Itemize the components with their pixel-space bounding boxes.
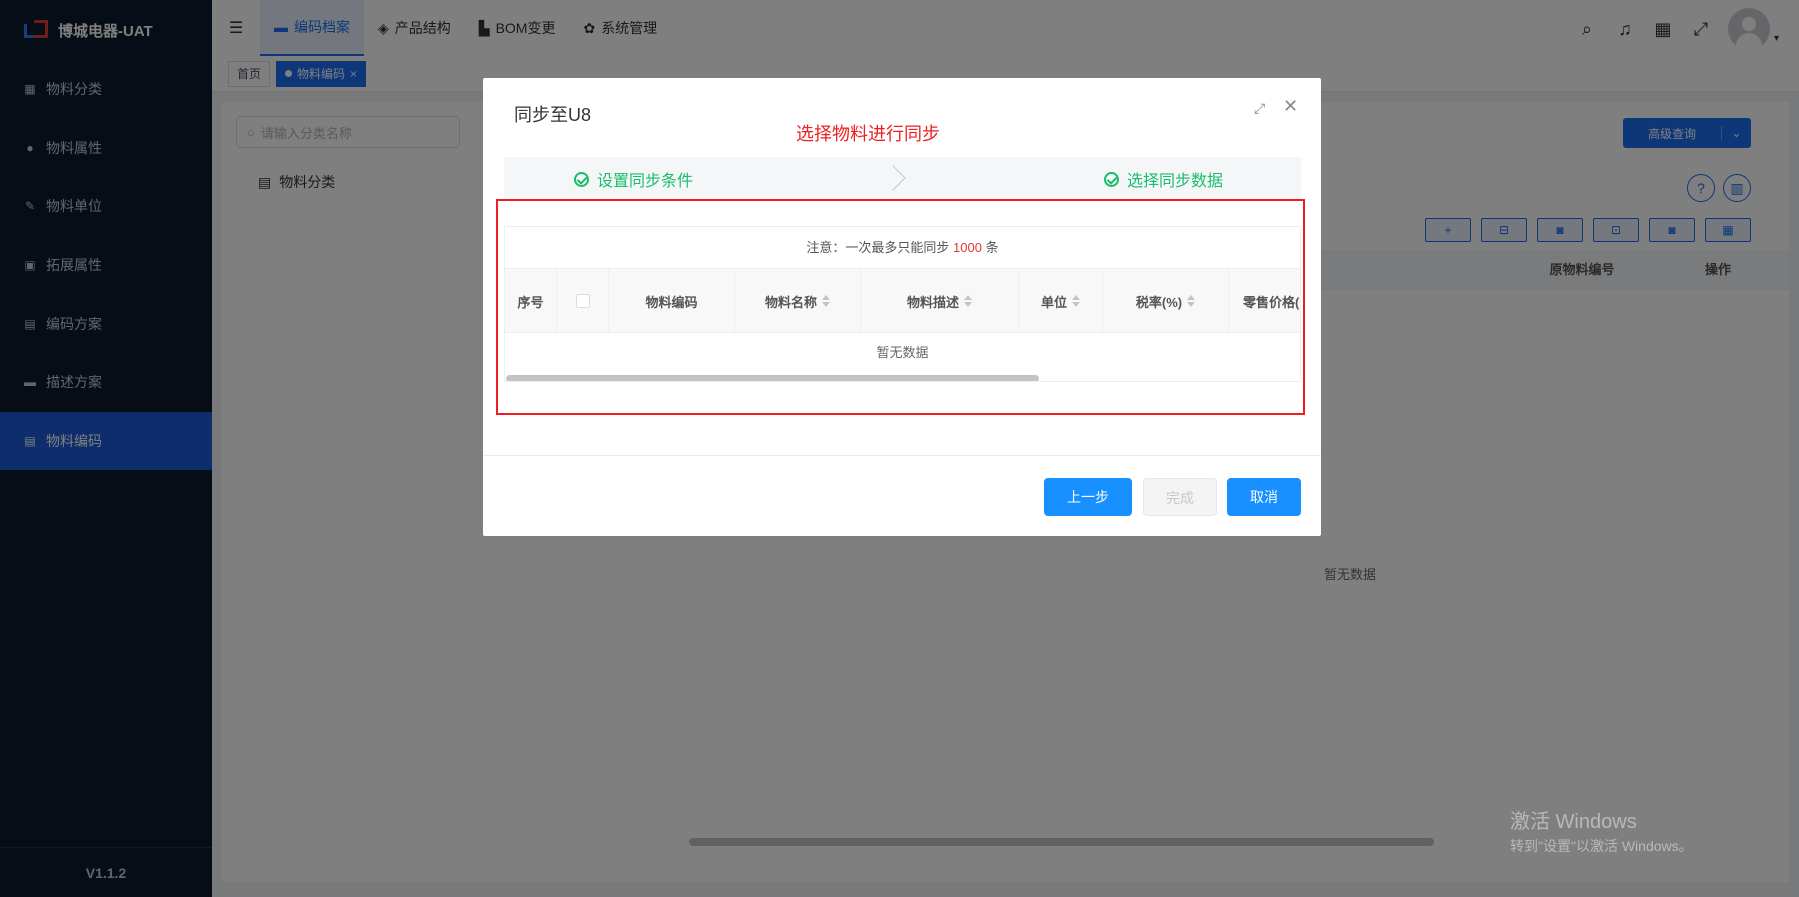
annotation-text: 选择物料进行同步 (796, 124, 940, 144)
step-set-conditions: 设置同步条件 (574, 157, 693, 201)
step-select-data: 选择同步数据 (1104, 157, 1223, 201)
check-circle-icon (1104, 171, 1119, 187)
windows-activation-watermark: 激活 Windows 转到"设置"以激活 Windows。 (1510, 811, 1693, 854)
steps-bar: 设置同步条件 选择同步数据 (504, 157, 1301, 201)
cancel-button[interactable]: 取消 (1227, 478, 1301, 516)
previous-step-button[interactable]: 上一步 (1044, 478, 1132, 516)
sync-dialog: 同步至U8 ⤢ ✕ 设置同步条件 选择同步数据 选择物料进行同步 注意：一次最多… (483, 78, 1321, 536)
close-icon[interactable]: ✕ (1283, 96, 1298, 117)
maximize-icon[interactable]: ⤢ (1254, 100, 1265, 117)
dialog-title: 同步至U8 (514, 105, 592, 125)
chevron-right-icon (880, 165, 906, 191)
check-circle-icon (574, 171, 589, 187)
finish-button[interactable]: 完成 (1143, 478, 1217, 516)
annotation-highlight-box (496, 199, 1305, 415)
